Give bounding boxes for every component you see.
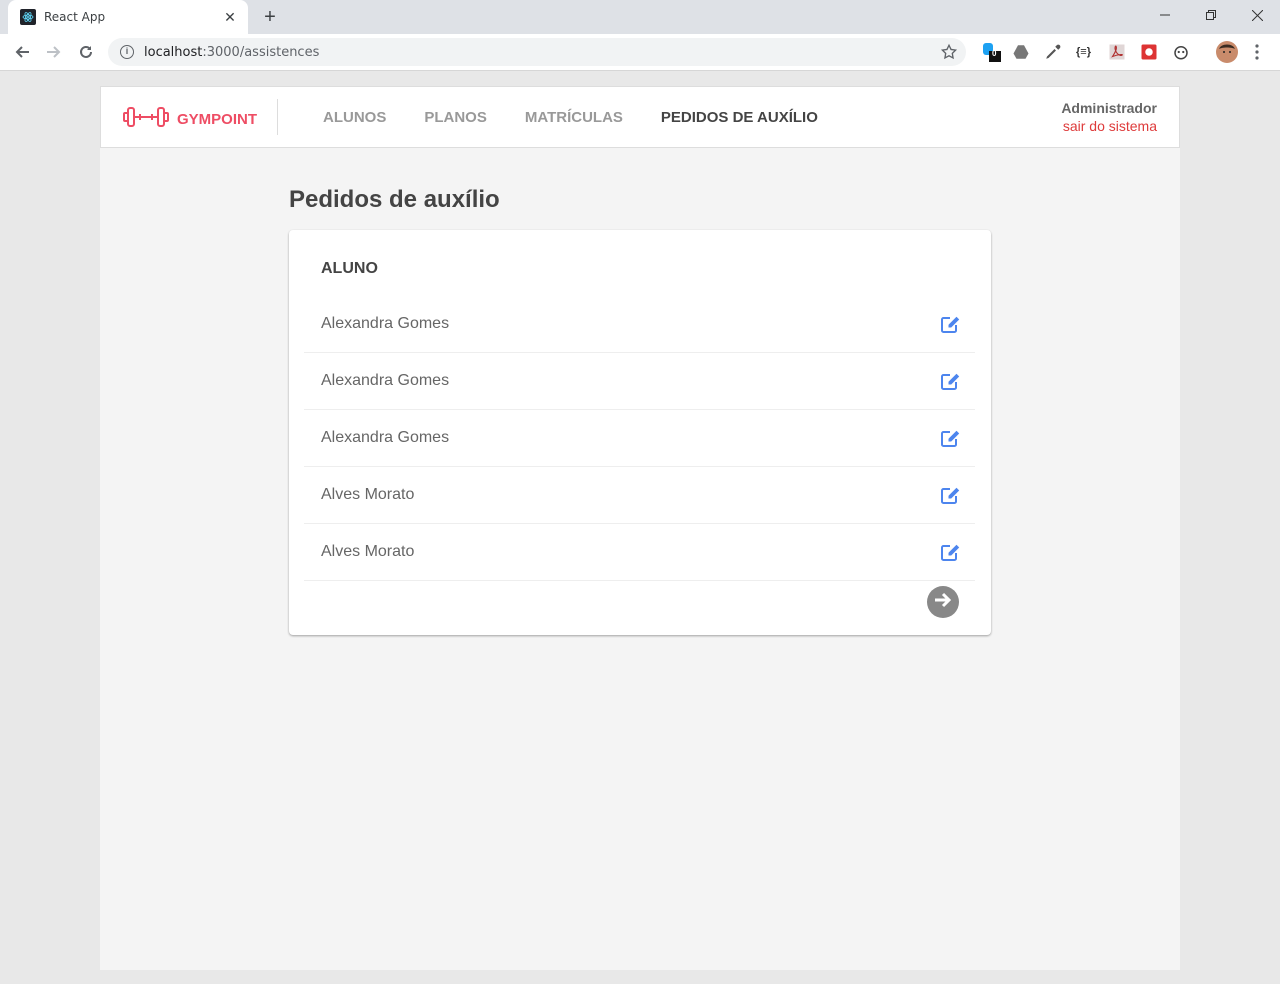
browser-toolbar: i localhost:3000/assistences 0 {≡} xyxy=(0,34,1280,71)
nav-alunos[interactable]: ALUNOS xyxy=(323,109,386,126)
edit-icon[interactable] xyxy=(939,370,961,392)
arrow-right-icon xyxy=(933,591,953,614)
minimize-button[interactable] xyxy=(1142,0,1188,30)
extension-icon[interactable]: 0 xyxy=(982,43,1001,62)
browser-tab-bar: React App ✕ + xyxy=(0,0,1280,34)
logout-link[interactable]: sair do sistema xyxy=(1061,118,1157,134)
bookmark-star-icon[interactable] xyxy=(940,43,958,61)
drive-icon[interactable] xyxy=(1012,43,1030,61)
close-window-button[interactable] xyxy=(1234,0,1280,30)
extension-badge: 0 xyxy=(992,49,997,58)
student-name: Alexandra Gomes xyxy=(321,429,450,446)
reload-icon[interactable] xyxy=(74,40,98,64)
forward-arrow-icon[interactable] xyxy=(42,40,66,64)
student-name: Alves Morato xyxy=(321,543,415,560)
student-name: Alves Morato xyxy=(321,486,415,503)
profile-avatar[interactable] xyxy=(1216,41,1238,63)
table-body: Alexandra Gomes Alexandra Gomes Alexandr… xyxy=(304,296,975,581)
json-viewer-icon[interactable]: {≡} xyxy=(1076,43,1094,61)
dumbbell-icon xyxy=(123,105,169,134)
tab-title: React App xyxy=(44,10,106,24)
page-title: Pedidos de auxílio xyxy=(289,186,500,213)
user-name: Administrador xyxy=(1061,100,1157,116)
next-page-button[interactable] xyxy=(927,586,959,618)
eyedropper-icon[interactable] xyxy=(1044,43,1062,61)
chrome-menu-icon[interactable] xyxy=(1254,43,1272,61)
nav-planos[interactable]: PLANOS xyxy=(424,109,487,126)
brand-name: GYMPOINT xyxy=(177,111,258,128)
user-profile: Administrador sair do sistema xyxy=(1061,100,1157,134)
spy-extension-icon[interactable] xyxy=(1172,43,1190,61)
info-icon[interactable]: i xyxy=(120,45,134,59)
new-tab-button[interactable]: + xyxy=(258,6,282,30)
nav-matriculas[interactable]: MATRÍCULAS xyxy=(525,109,623,126)
student-name: Alexandra Gomes xyxy=(321,315,450,332)
main-nav: ALUNOS PLANOS MATRÍCULAS PEDIDOS DE AUXÍ… xyxy=(323,87,856,147)
url-text: localhost:3000/assistences xyxy=(144,45,319,60)
table-row: Alves Morato xyxy=(304,524,975,581)
table-row: Alexandra Gomes xyxy=(304,410,975,467)
close-tab-icon[interactable]: ✕ xyxy=(222,9,238,26)
table-row: Alves Morato xyxy=(304,467,975,524)
edit-icon[interactable] xyxy=(939,427,961,449)
edit-icon[interactable] xyxy=(939,484,961,506)
column-header-aluno: ALUNO xyxy=(321,260,378,277)
help-orders-table: ALUNO Alexandra Gomes Alexandra Gomes Al… xyxy=(289,230,991,635)
pdf-icon[interactable] xyxy=(1108,43,1126,61)
edit-icon[interactable] xyxy=(939,313,961,335)
browser-tab[interactable]: React App ✕ xyxy=(8,0,248,34)
restore-button[interactable] xyxy=(1188,0,1234,30)
nav-pedidos-de-auxilio[interactable]: PEDIDOS DE AUXÍLIO xyxy=(661,109,818,126)
student-name: Alexandra Gomes xyxy=(321,372,450,389)
back-arrow-icon[interactable] xyxy=(10,40,34,64)
header-divider xyxy=(277,99,278,135)
table-row: Alexandra Gomes xyxy=(304,296,975,353)
app-header: GYMPOINT ALUNOS PLANOS MATRÍCULAS PEDIDO… xyxy=(100,86,1180,148)
url-path: :3000/assistences xyxy=(202,44,320,60)
app-page: GYMPOINT ALUNOS PLANOS MATRÍCULAS PEDIDO… xyxy=(100,86,1180,970)
edit-icon[interactable] xyxy=(939,541,961,563)
red-extension-icon[interactable] xyxy=(1140,43,1158,61)
url-host: localhost xyxy=(144,44,203,60)
table-row: Alexandra Gomes xyxy=(304,353,975,410)
gympoint-logo[interactable]: GYMPOINT xyxy=(123,105,257,134)
address-bar[interactable]: i localhost:3000/assistences xyxy=(108,38,966,66)
react-icon xyxy=(20,9,36,25)
